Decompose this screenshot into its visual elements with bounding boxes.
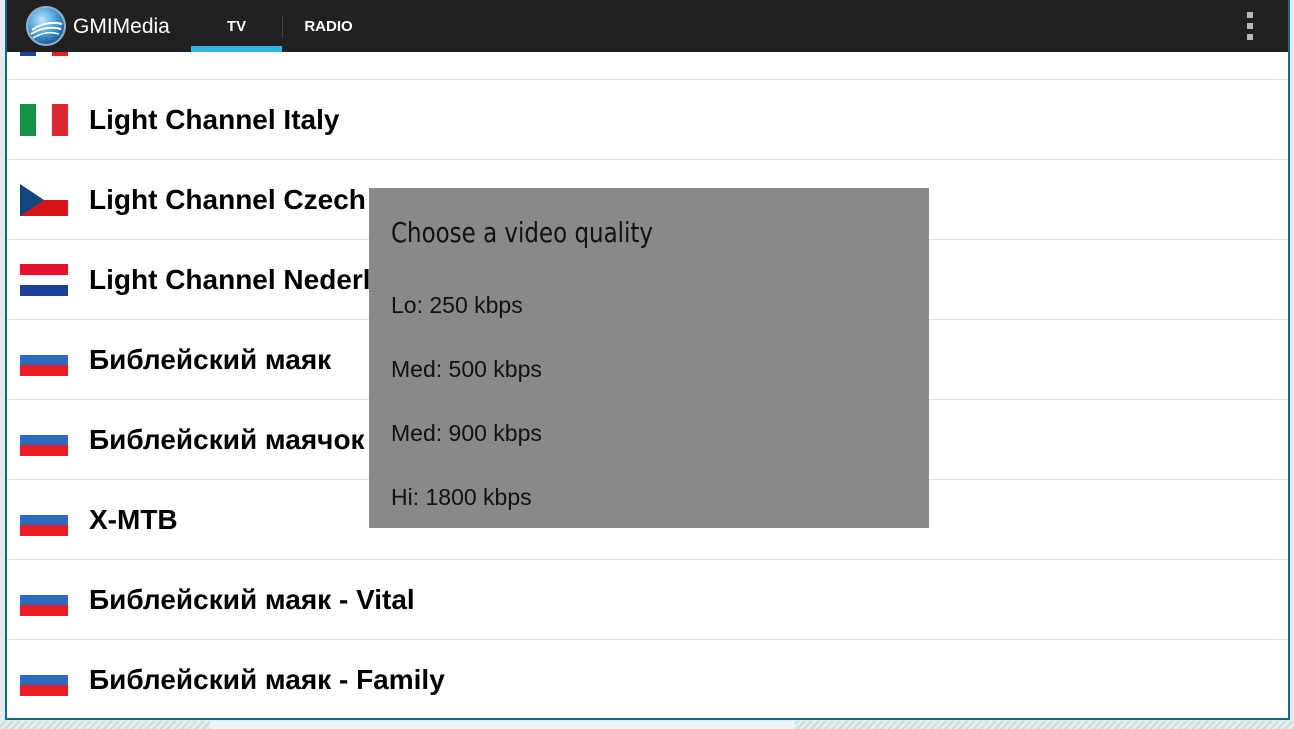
russia-flag-icon xyxy=(20,424,68,456)
video-quality-dialog: Choose a video quality Lo: 250 kbps Med:… xyxy=(369,188,929,528)
tab-selected-indicator xyxy=(191,46,282,52)
tab-label: TV xyxy=(226,17,247,35)
overflow-menu-icon[interactable] xyxy=(1239,10,1261,42)
list-item[interactable]: Light Channel Italy xyxy=(7,80,1288,160)
italy-flag-icon xyxy=(20,104,68,136)
bottom-stripes xyxy=(0,721,1294,729)
channel-name: Light Channel Czech R xyxy=(89,184,394,215)
channel-name: Библейский маячок xyxy=(89,424,365,455)
channel-name: Библейский маяк - Family xyxy=(89,664,445,695)
russia-flag-icon xyxy=(20,504,68,536)
tab-tv[interactable]: TV xyxy=(191,0,282,52)
app-window: Light Channel Italy Light Channel Czech … xyxy=(5,0,1290,720)
channel-name: Библейский маяк xyxy=(89,344,332,375)
tab-radio[interactable]: RADIO xyxy=(283,0,374,52)
russia-flag-icon xyxy=(20,664,68,696)
russia-flag-icon xyxy=(20,584,68,616)
quality-option-lo-250[interactable]: Lo: 250 kbps xyxy=(391,285,911,325)
quality-option-med-500[interactable]: Med: 500 kbps xyxy=(391,349,911,389)
russia-flag-icon xyxy=(20,344,68,376)
quality-option-hi-1800[interactable]: Hi: 1800 kbps xyxy=(391,477,911,517)
list-item[interactable]: Библейский маяк - Family xyxy=(7,640,1288,718)
app-title: GMIMedia xyxy=(73,15,170,38)
channel-name: Light Channel Italy xyxy=(89,104,340,135)
netherlands-flag-icon xyxy=(20,264,68,296)
list-item[interactable]: Библейский маяк - Vital xyxy=(7,560,1288,640)
quality-option-med-900[interactable]: Med: 900 kbps xyxy=(391,413,911,453)
channel-name: X-MTB xyxy=(89,504,178,535)
globe-logo-icon[interactable] xyxy=(26,6,66,46)
action-bar: GMIMedia TV RADIO xyxy=(7,0,1288,52)
tab-label: RADIO xyxy=(304,17,353,35)
dialog-title: Choose a video quality xyxy=(391,216,653,249)
czech-flag-icon xyxy=(20,184,68,216)
channel-name: Библейский маяк - Vital xyxy=(89,584,415,615)
